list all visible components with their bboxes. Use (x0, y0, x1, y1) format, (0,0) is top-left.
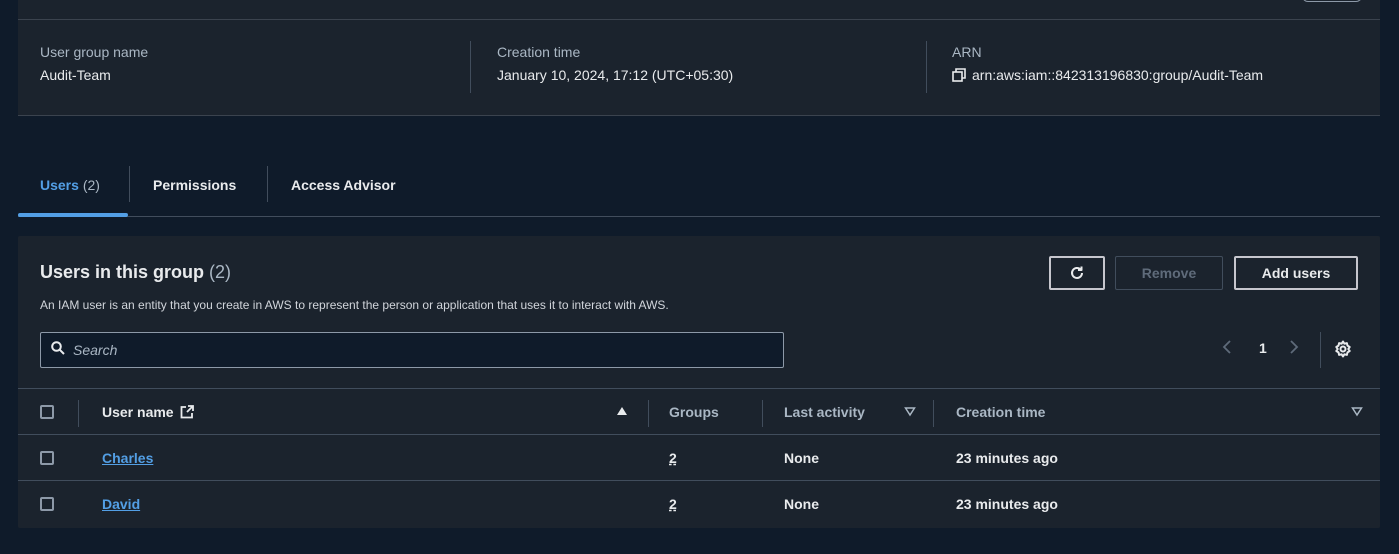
creation-time-value: 23 minutes ago (956, 450, 1058, 466)
table-row: Charles 2 None 23 minutes ago (18, 435, 1380, 481)
group-name-field: User group name Audit-Team (40, 44, 148, 83)
tab-bar: Users (2) Permissions Access Advisor (18, 166, 1380, 217)
last-activity-value: None (784, 450, 819, 466)
sort-ascending-icon[interactable] (616, 405, 628, 417)
sort-descending-icon[interactable] (904, 405, 916, 417)
tab-permissions[interactable]: Permissions (153, 166, 236, 217)
column-header-last-activity[interactable]: Last activity (784, 404, 865, 420)
last-activity-value: None (784, 496, 819, 512)
refresh-button[interactable] (1049, 256, 1105, 290)
tab-separator (267, 166, 268, 202)
tab-users-label: Users (40, 177, 79, 193)
column-separator (762, 400, 763, 427)
creation-time-value: January 10, 2024, 17:12 (UTC+05:30) (497, 67, 734, 83)
search-field[interactable] (40, 332, 784, 368)
column-separator (648, 400, 649, 427)
gear-icon[interactable] (1334, 340, 1352, 363)
group-summary: User group name Audit-Team Creation time… (18, 20, 1380, 116)
remove-button[interactable]: Remove (1115, 256, 1223, 290)
panel-title-text: Users in this group (40, 262, 205, 282)
group-name-label: User group name (40, 44, 149, 60)
summary-divider (926, 41, 927, 93)
chevron-right-icon[interactable] (1289, 340, 1299, 357)
arn-field: ARN arn:aws:iam::842313196830:group/Audi… (952, 44, 1263, 85)
arn-value-row: arn:aws:iam::842313196830:group/Audit-Te… (952, 67, 1263, 85)
panel-title-count: (2) (209, 262, 232, 282)
search-input[interactable] (73, 342, 753, 358)
arn-value: arn:aws:iam::842313196830:group/Audit-Te… (972, 67, 1264, 83)
users-panel: Users in this group (2) An IAM user is a… (18, 236, 1380, 528)
user-link[interactable]: Charles (102, 450, 153, 466)
creation-time-label: Creation time (497, 44, 581, 60)
row-checkbox[interactable] (40, 451, 54, 465)
sort-descending-icon[interactable] (1351, 405, 1363, 417)
arn-label: ARN (952, 44, 982, 60)
summary-divider (470, 41, 471, 93)
page-number[interactable]: 1 (1259, 340, 1267, 356)
user-link[interactable]: David (102, 496, 140, 512)
external-link-icon (181, 405, 195, 419)
tab-separator (129, 166, 130, 202)
tab-access-advisor[interactable]: Access Advisor (291, 166, 396, 217)
search-icon (51, 340, 65, 360)
copy-icon[interactable] (952, 68, 966, 85)
top-button-edge[interactable] (1302, 0, 1362, 2)
refresh-icon (1071, 266, 1083, 279)
column-header-groups[interactable]: Groups (669, 404, 719, 420)
table-header: User name Groups Last activity Creation … (18, 388, 1380, 435)
chevron-left-icon[interactable] (1222, 340, 1232, 357)
panel-title: Users in this group (2) (40, 262, 231, 283)
column-separator (933, 400, 934, 427)
panel-description: An IAM user is an entity that you create… (40, 298, 669, 312)
active-tab-indicator (18, 213, 128, 217)
column-header-user-name[interactable]: User name (102, 404, 195, 420)
tab-users[interactable]: Users (2) (40, 166, 100, 217)
row-checkbox[interactable] (40, 497, 54, 511)
groups-count[interactable]: 2 (669, 496, 677, 512)
tab-users-count: (2) (82, 177, 100, 193)
top-strip (18, 0, 1380, 20)
pager-divider (1320, 332, 1321, 368)
group-name-value: Audit-Team (40, 67, 111, 83)
creation-time-value: 23 minutes ago (956, 496, 1058, 512)
groups-count[interactable]: 2 (669, 450, 677, 466)
table-row: David 2 None 23 minutes ago (18, 481, 1380, 527)
column-header-creation-time[interactable]: Creation time (956, 404, 1045, 420)
column-user-name-label: User name (102, 404, 174, 420)
select-all-checkbox[interactable] (40, 405, 54, 419)
creation-time-field: Creation time January 10, 2024, 17:12 (U… (497, 44, 733, 83)
add-users-button[interactable]: Add users (1234, 256, 1358, 290)
column-separator (78, 400, 79, 427)
